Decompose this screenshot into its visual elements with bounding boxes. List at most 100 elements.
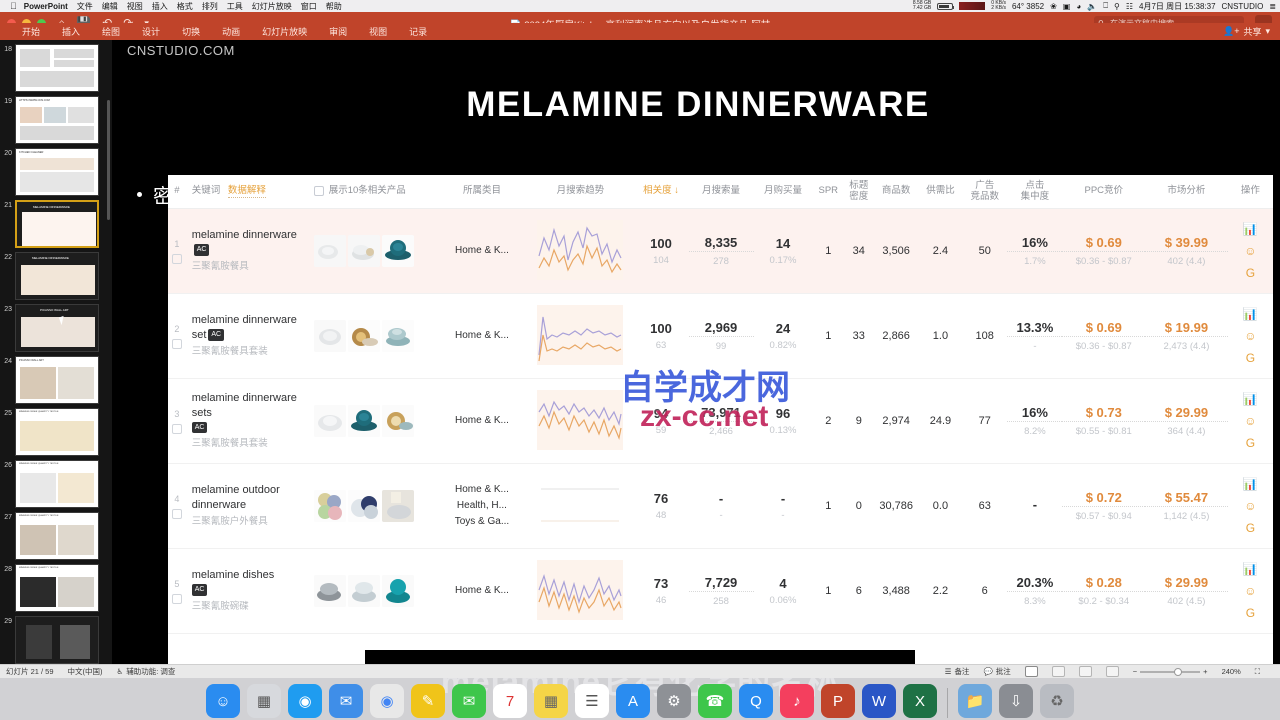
- table-row[interactable]: 5 melamine dishes AC 三聚氰胺碗碟 Home & K... …: [168, 549, 1273, 634]
- thumbnail-item[interactable]: 29: [0, 616, 112, 664]
- tab-transitions[interactable]: 切换: [182, 25, 200, 38]
- dock-app-messages[interactable]: ✉: [452, 684, 486, 718]
- thumbnail-preview[interactable]: PICASSO WALL ART: [15, 356, 99, 404]
- thumbnail-scrollbar[interactable]: [107, 100, 110, 220]
- trend-cell[interactable]: [527, 559, 633, 623]
- product-image-icon[interactable]: [381, 575, 414, 607]
- battery-icon[interactable]: [937, 2, 955, 10]
- table-row[interactable]: 4 melamine outdoor dinnerware 三聚氰胺户外餐具 H…: [168, 464, 1273, 549]
- keyword-cell[interactable]: melamine outdoor dinnerware 三聚氰胺户外餐具: [186, 483, 314, 529]
- keyword-cell[interactable]: melamine dinnerware set AC 三聚氰胺餐具套装: [186, 313, 314, 359]
- dock-app-word[interactable]: W: [862, 684, 896, 718]
- trend-cell[interactable]: [527, 219, 633, 283]
- menu-item-format[interactable]: 格式: [177, 1, 193, 12]
- menu-user[interactable]: CNSTUDIO: [1222, 2, 1264, 11]
- row-checkbox[interactable]: [171, 338, 182, 349]
- thumbnail-item[interactable]: 23 PICASSO WALL ART: [0, 304, 112, 352]
- thumbnail-item[interactable]: 24 PICASSO WALL ART: [0, 356, 112, 404]
- network-speed-stat[interactable]: 0 KB/s 2 KB/s: [991, 1, 1006, 11]
- table-row[interactable]: 2 melamine dinnerware set AC 三聚氰胺餐具套装 Ho…: [168, 294, 1273, 379]
- dock-app-music[interactable]: ♪: [780, 684, 814, 718]
- memory-stat[interactable]: 8.58 GB 7.42 GB: [913, 1, 931, 11]
- dock-app-mail[interactable]: ✉: [329, 684, 363, 718]
- row-checkbox[interactable]: [171, 423, 182, 434]
- view-normal-button[interactable]: [1024, 666, 1038, 677]
- product-image-icon[interactable]: [347, 575, 380, 607]
- category-cell[interactable]: Home & K...: [437, 243, 528, 259]
- keyword-cell[interactable]: melamine dishes AC 三聚氰胺碗碟: [186, 568, 314, 614]
- product-image-icon[interactable]: [313, 575, 346, 607]
- operations-cell[interactable]: 📊 ☺ G: [1228, 222, 1273, 281]
- product-image-icon[interactable]: [313, 490, 346, 522]
- dock-app-design[interactable]: ✎: [411, 684, 445, 718]
- thumbnail-item[interactable]: 22 MELAMINE DINNERWARE: [0, 252, 112, 300]
- operations-cell[interactable]: 📊 ☺ G: [1228, 392, 1273, 451]
- trend-cell[interactable]: [527, 304, 633, 368]
- category-cell[interactable]: Home & K... Health, H... Toys & Ga...: [437, 482, 528, 530]
- smiley-icon[interactable]: ☺: [1243, 499, 1258, 514]
- menu-datetime[interactable]: 4月7日 周日 15:38:37: [1139, 1, 1215, 12]
- network-graph-icon[interactable]: [959, 2, 986, 10]
- row-checkbox[interactable]: [171, 593, 182, 604]
- table-row[interactable]: 1 melamine dinnerwareAC 三聚氰胺餐具 Home & K.…: [168, 209, 1273, 294]
- product-images-cell[interactable]: [313, 320, 437, 352]
- thumbnail-preview[interactable]: HTTPS://WWW.CNS.COM: [15, 96, 99, 144]
- product-image-icon[interactable]: [313, 235, 346, 267]
- header-goods-count[interactable]: 商品数: [874, 185, 919, 197]
- thumbnail-item[interactable]: 25 MINIMUM ORDER QUANTITY TEXTILE: [0, 408, 112, 456]
- dock-app-downloads[interactable]: ⇩: [999, 684, 1033, 718]
- dock-app-calendar[interactable]: 7: [493, 684, 527, 718]
- share-button[interactable]: 👤+ 共享 ▾: [1223, 25, 1270, 38]
- sort-desc-icon[interactable]: ↓: [674, 185, 679, 196]
- menu-app-name[interactable]: PowerPoint: [24, 2, 68, 11]
- menu-item-view[interactable]: 视图: [127, 1, 143, 12]
- dock-app-wechat[interactable]: ☎: [698, 684, 732, 718]
- dock-app-trash[interactable]: ♻: [1040, 684, 1074, 718]
- volume-icon[interactable]: 🔈: [1087, 2, 1097, 11]
- view-reading-button[interactable]: [1078, 666, 1092, 677]
- category-item[interactable]: Home & K...: [437, 482, 528, 498]
- thumbnail-preview[interactable]: MELAMINE DINNERWARE: [15, 200, 99, 248]
- thumbnail-preview[interactable]: PICASSO WALL ART: [15, 304, 99, 352]
- zoom-in-icon[interactable]: +: [1203, 667, 1207, 676]
- header-data-explain[interactable]: 数据解释: [227, 185, 266, 199]
- google-icon[interactable]: G: [1243, 606, 1258, 621]
- trend-cell[interactable]: [527, 389, 633, 453]
- tab-design[interactable]: 设计: [142, 25, 160, 38]
- thumbnail-preview[interactable]: MELAMINE DINNERWARE: [15, 252, 99, 300]
- category-cell[interactable]: Home & K...: [437, 413, 528, 429]
- trend-cell[interactable]: [527, 474, 633, 538]
- bar-chart-icon[interactable]: 📊: [1243, 562, 1258, 577]
- smiley-icon[interactable]: ☺: [1243, 244, 1258, 259]
- operations-cell[interactable]: 📊 ☺ G: [1228, 307, 1273, 366]
- smiley-icon[interactable]: ☺: [1243, 414, 1258, 429]
- menu-item-file[interactable]: 文件: [77, 1, 93, 12]
- accessibility-status[interactable]: ♿ 辅助功能: 调查: [117, 666, 176, 677]
- dock-app-notes[interactable]: ▦: [534, 684, 568, 718]
- thumbnail-preview[interactable]: MINIMUM ORDER QUANTITY TEXTILE: [15, 564, 99, 612]
- menu-item-slideshow[interactable]: 幻灯片放映: [252, 1, 292, 12]
- menu-item-help[interactable]: 帮助: [326, 1, 342, 12]
- category-cell[interactable]: Home & K...: [437, 328, 528, 344]
- bar-chart-icon[interactable]: 📊: [1243, 392, 1258, 407]
- tab-record[interactable]: 记录: [409, 25, 427, 38]
- dock-app-settings[interactable]: ⚙: [657, 684, 691, 718]
- header-supply-demand[interactable]: 供需比: [919, 185, 962, 197]
- product-image-icon[interactable]: [381, 320, 414, 352]
- google-icon[interactable]: G: [1243, 351, 1258, 366]
- menu-item-arrange[interactable]: 排列: [202, 1, 218, 12]
- view-sorter-button[interactable]: [1051, 666, 1065, 677]
- operations-cell[interactable]: 📊 ☺ G: [1228, 562, 1273, 621]
- input-method-icon[interactable]: ☷: [1126, 2, 1133, 11]
- menu-item-edit[interactable]: 编辑: [102, 1, 118, 12]
- product-image-icon[interactable]: [347, 320, 380, 352]
- operations-cell[interactable]: 📊 ☺ G: [1228, 477, 1273, 536]
- menu-item-tools[interactable]: 工具: [227, 1, 243, 12]
- keyword-cell[interactable]: melamine dinnerware AC 三聚氰胺餐具: [186, 228, 314, 274]
- slide-thumbnail-panel[interactable]: 18 19 HTTPS://WWW.CNS.COM 20 KITCHEN CLE…: [0, 40, 112, 664]
- thumbnail-preview[interactable]: MINIMUM ORDER QUANTITY TEXTILE: [15, 460, 99, 508]
- notes-button[interactable]: ☰ 备注: [945, 666, 970, 677]
- display-icon[interactable]: ▣: [1063, 2, 1071, 11]
- product-image-icon[interactable]: [313, 405, 346, 437]
- spotlight-search-icon[interactable]: ⚲: [1114, 2, 1120, 11]
